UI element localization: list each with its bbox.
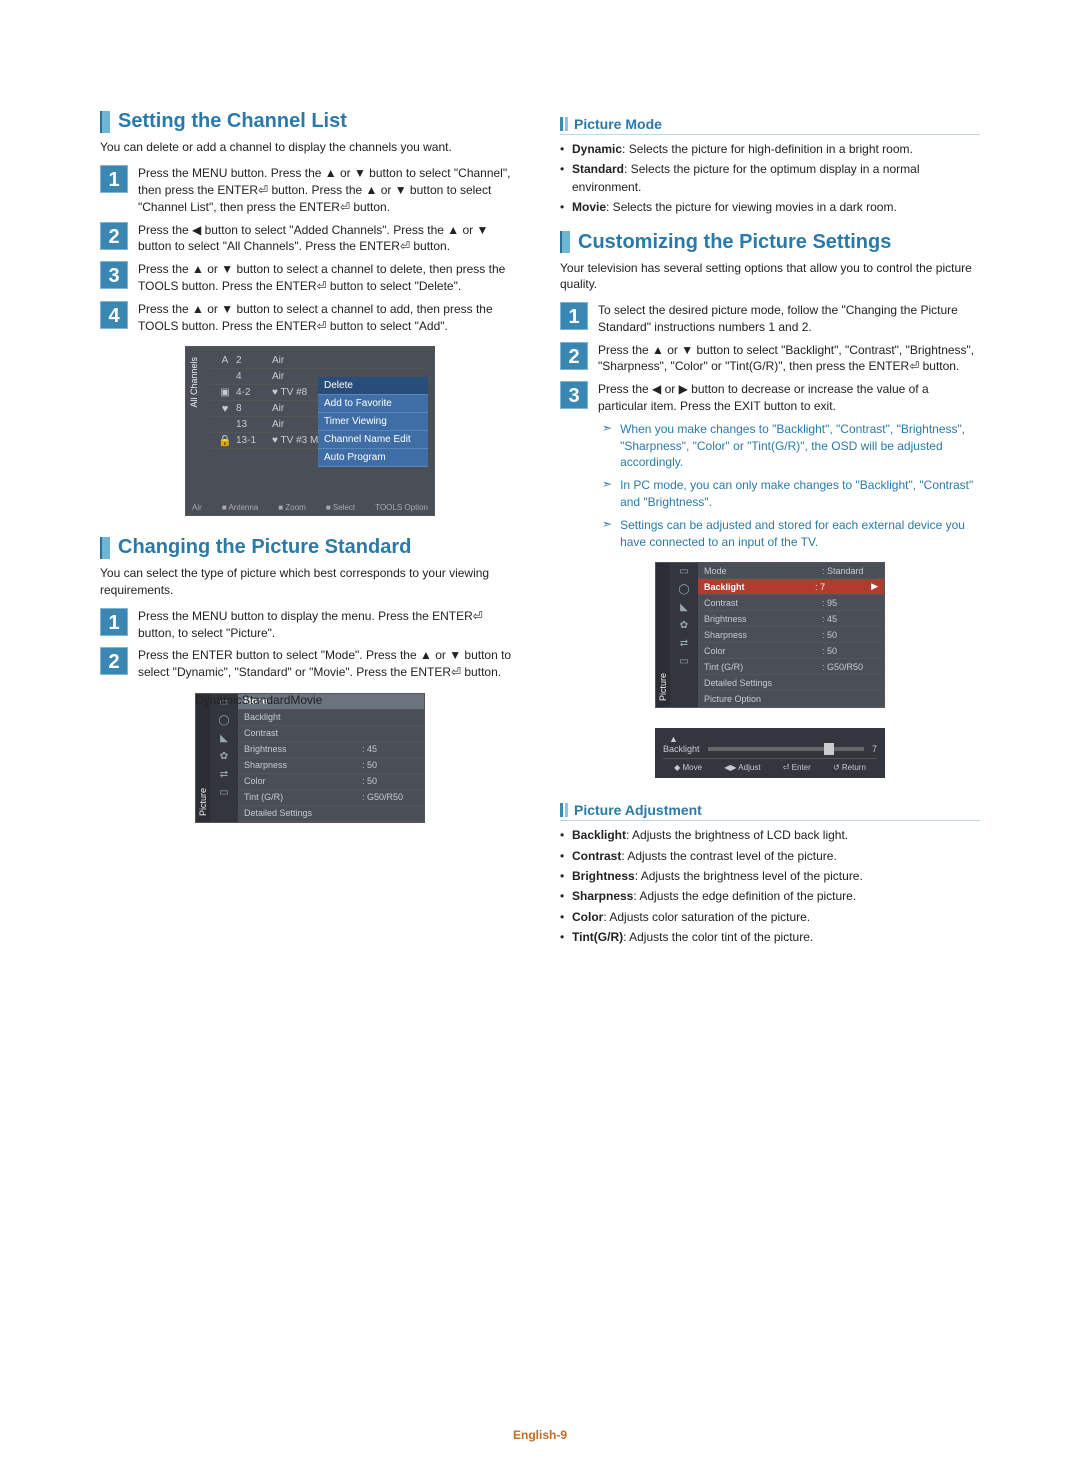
step-4: 4 Press the ▲ or ▼ button to select a ch… <box>100 301 520 335</box>
menu-item: Add to Favorite <box>318 395 428 413</box>
step-num: 2 <box>100 647 128 675</box>
step-num: 3 <box>100 261 128 289</box>
step-text: Press the ◀ button to select "Added Chan… <box>138 222 520 256</box>
step-text: Press the ENTER button to select "Mode".… <box>138 647 520 681</box>
osd-dropdown: Dynamic Standard Movie <box>195 693 425 707</box>
input-icon: ⇄ <box>670 635 698 653</box>
step-num: 1 <box>100 608 128 636</box>
heading-picture-standard: Changing the Picture Standard <box>100 536 520 559</box>
step-text: To select the desired picture mode, foll… <box>598 302 980 336</box>
note: ➣ When you make changes to "Backlight", … <box>602 421 980 471</box>
heading-channel-list: Setting the Channel List <box>100 110 520 133</box>
slider-value: 7 <box>872 744 877 754</box>
input-icon: ⇄ <box>210 766 238 784</box>
arrow-icon: ➣ <box>602 517 612 551</box>
heading-customizing: Customizing the Picture Settings <box>560 231 980 254</box>
step-num: 1 <box>560 302 588 330</box>
h2-channel-list: Setting the Channel List <box>118 110 347 133</box>
circle-icon: ◯ <box>670 581 698 599</box>
circle-icon: ◯ <box>210 712 238 730</box>
note: ➣ Settings can be adjusted and stored fo… <box>602 517 980 551</box>
speaker-icon: ◣ <box>670 599 698 617</box>
step-text: Press the ▲ or ▼ button to select a chan… <box>138 301 520 335</box>
heading-picture-adjustment: Picture Adjustment <box>560 802 980 821</box>
intro-channel-list: You can delete or add a channel to displ… <box>100 139 520 155</box>
heading-picture-mode: Picture Mode <box>560 116 980 135</box>
step-3: 3 Press the ▲ or ▼ button to select a ch… <box>100 261 520 295</box>
menu-item: Channel Name Edit <box>318 431 428 449</box>
step-num: 3 <box>560 381 588 409</box>
gear-icon: ✿ <box>670 617 698 635</box>
step-text: Press the MENU button. Press the ▲ or ▼ … <box>138 165 520 215</box>
arrow-icon: ➣ <box>602 477 612 511</box>
step-text: Press the MENU button to display the men… <box>138 608 520 642</box>
step-num: 4 <box>100 301 128 329</box>
picture-adjustment-list: Backlight: Adjusts the brightness of LCD… <box>560 827 980 946</box>
step-1: 1 Press the MENU button to display the m… <box>100 608 520 642</box>
step-2: 2 Press the ENTER button to select "Mode… <box>100 647 520 681</box>
speaker-icon: ◣ <box>210 730 238 748</box>
intro-picture-standard: You can select the type of picture which… <box>100 565 520 597</box>
h2-customizing: Customizing the Picture Settings <box>578 231 891 254</box>
step-num: 1 <box>100 165 128 193</box>
note: ➣ In PC mode, you can only make changes … <box>602 477 980 511</box>
gear-icon: ✿ <box>210 748 238 766</box>
step-text: Press the ▲ or ▼ button to select "Backl… <box>598 342 980 376</box>
arrow-up-icon: ▲ <box>663 734 877 744</box>
arrow-right-icon: ▶ <box>871 581 878 592</box>
h3-picture-mode: Picture Mode <box>574 116 662 132</box>
h3-picture-adjustment: Picture Adjustment <box>574 802 702 818</box>
osd-picture-mode: Picture ▭ ◯ ◣ ✿ ⇄ ▭ Mode Backlight Contr… <box>195 693 425 823</box>
osd-channel-list: All Channels A2Air 4Air ▣4-2♥ TV #8 ♥8Ai… <box>185 346 435 516</box>
step-num: 2 <box>100 222 128 250</box>
step-num: 2 <box>560 342 588 370</box>
setup-icon: ▭ <box>670 653 698 671</box>
menu-item: Auto Program <box>318 449 428 467</box>
step-3: 3 Press the ◀ or ▶ button to decrease or… <box>560 381 980 415</box>
step-2: 2 Press the ◀ button to select "Added Ch… <box>100 222 520 256</box>
step-text: Press the ◀ or ▶ button to decrease or i… <box>598 381 980 415</box>
picture-mode-list: Dynamic: Selects the picture for high-de… <box>560 141 980 217</box>
arrow-icon: ➣ <box>602 421 612 471</box>
step-text: Press the ▲ or ▼ button to select a chan… <box>138 261 520 295</box>
setup-icon: ▭ <box>210 784 238 802</box>
step-2: 2 Press the ▲ or ▼ button to select "Bac… <box>560 342 980 376</box>
osd-backlight-slider: ▲ Backlight 7 ◆ Move ◀▶ Adjust ⏎ Enter ↺… <box>655 728 885 778</box>
h2-picture-standard: Changing the Picture Standard <box>118 536 411 559</box>
page-number: English-9 <box>0 1428 1080 1442</box>
osd-context-menu: Delete Add to Favorite Timer Viewing Cha… <box>318 377 428 467</box>
menu-item: Delete <box>318 377 428 395</box>
slider-label: Backlight <box>663 744 700 754</box>
osd-side-label: All Channels <box>189 357 199 408</box>
osd-picture-settings: Picture ▭ ◯ ◣ ✿ ⇄ ▭ Mode: Standard Backl… <box>655 562 885 708</box>
step-1: 1 To select the desired picture mode, fo… <box>560 302 980 336</box>
step-1: 1 Press the MENU button. Press the ▲ or … <box>100 165 520 215</box>
menu-item: Timer Viewing <box>318 413 428 431</box>
intro-customizing: Your television has several setting opti… <box>560 260 980 292</box>
monitor-icon: ▭ <box>670 563 698 581</box>
